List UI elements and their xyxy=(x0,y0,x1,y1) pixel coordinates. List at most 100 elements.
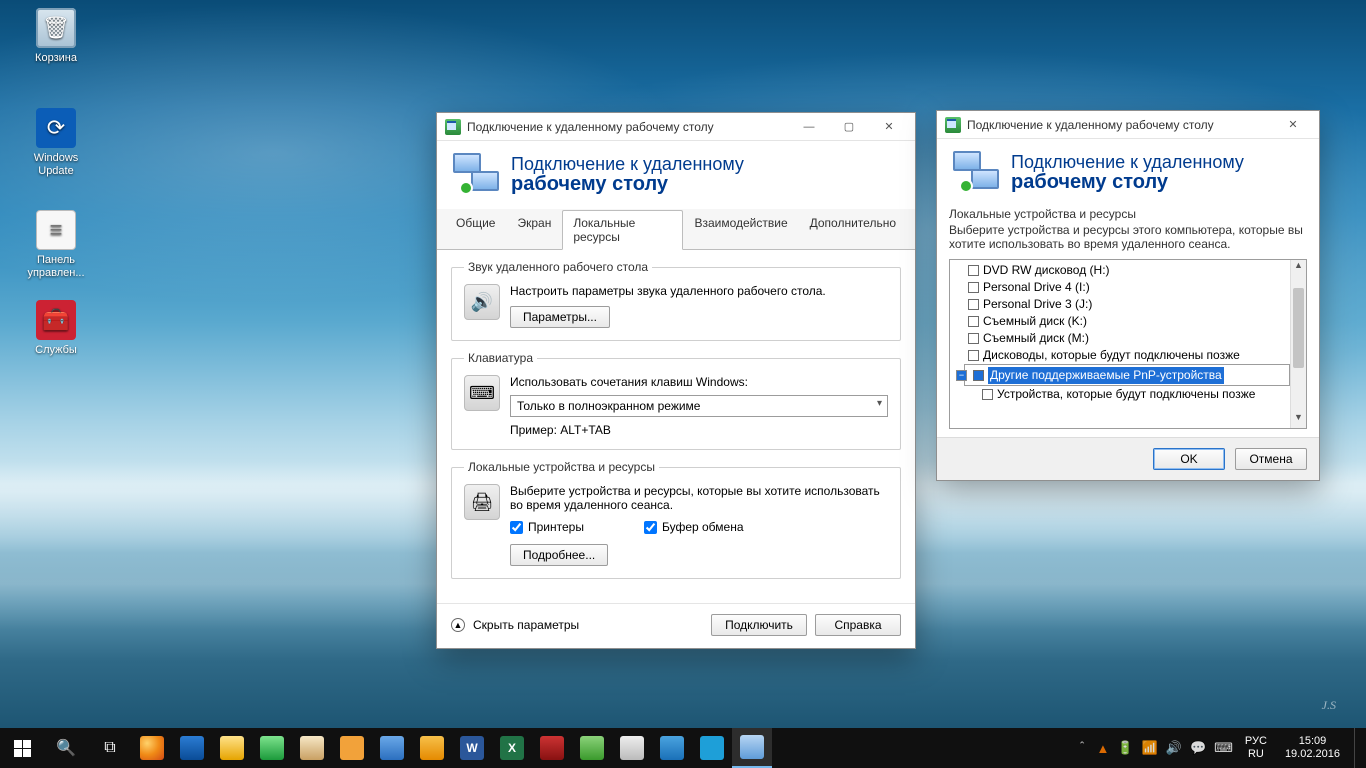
taskbar-app[interactable] xyxy=(212,728,252,768)
rdc-app-icon xyxy=(945,117,961,133)
taskbar-app[interactable] xyxy=(612,728,652,768)
windows-update-icon: ⟳ xyxy=(36,108,76,148)
close-button[interactable]: ✕ xyxy=(1273,112,1313,138)
taskbar-app[interactable] xyxy=(692,728,732,768)
desktop-icon-windows-update[interactable]: ⟳ Windows Update xyxy=(18,108,94,178)
keyboard-mode-select[interactable]: Только в полноэкранном режиме xyxy=(510,395,888,417)
tree-item[interactable]: Personal Drive 3 (J:) xyxy=(968,296,1290,313)
file-icon: ≡ xyxy=(36,210,76,250)
language-indicator[interactable]: РУС RU xyxy=(1241,735,1271,761)
audio-settings-button[interactable]: Параметры... xyxy=(510,306,610,328)
group-keyboard-legend: Клавиатура xyxy=(464,351,537,365)
tree-item[interactable]: Дисководы, которые будут подключены позж… xyxy=(968,347,1290,364)
minimize-button[interactable]: — xyxy=(789,114,829,140)
help-button[interactable]: Справка xyxy=(815,614,901,636)
app-icon xyxy=(340,736,364,760)
app-icon xyxy=(660,736,684,760)
tab-display[interactable]: Экран xyxy=(506,210,562,250)
tree-collapse-icon[interactable]: − xyxy=(956,370,967,381)
tray-overflow-icon[interactable]: ＾ xyxy=(1076,739,1089,758)
cancel-button[interactable]: Отмена xyxy=(1235,448,1307,470)
connect-button[interactable]: Подключить xyxy=(711,614,807,636)
tab-local-resources[interactable]: Локальные ресурсы xyxy=(562,210,683,250)
taskbar-app[interactable] xyxy=(412,728,452,768)
app-icon xyxy=(620,736,644,760)
ok-button[interactable]: OK xyxy=(1153,448,1225,470)
more-devices-button[interactable]: Подробнее... xyxy=(510,544,608,566)
volume-icon[interactable]: 🔊 xyxy=(1166,740,1182,756)
ie-icon xyxy=(180,736,204,760)
taskbar-app[interactable] xyxy=(132,728,172,768)
checkbox-printers[interactable]: Принтеры xyxy=(510,520,584,534)
taskbar-app[interactable] xyxy=(292,728,332,768)
hide-options-link[interactable]: Скрыть параметры xyxy=(473,618,579,632)
desktop-icon-recycle-bin[interactable]: 🗑 Корзина xyxy=(18,8,94,65)
rdc-monitor-icon xyxy=(453,153,499,195)
desktop-icon-label: Службы xyxy=(18,344,94,357)
tree-item[interactable]: Устройства, которые будут подключены поз… xyxy=(968,386,1290,403)
devices-subheading: Локальные устройства и ресурсы xyxy=(937,203,1319,223)
taskbar-app[interactable]: W xyxy=(452,728,492,768)
taskbar-app[interactable] xyxy=(372,728,412,768)
checkbox-clipboard[interactable]: Буфер обмена xyxy=(644,520,744,534)
devices-icon: 🖨 xyxy=(464,484,500,520)
scroll-down-icon[interactable]: ▼ xyxy=(1291,412,1306,428)
desktop-icon-label: Корзина xyxy=(18,52,94,65)
rdc-monitor-icon xyxy=(953,151,999,193)
tab-advanced[interactable]: Дополнительно xyxy=(799,210,907,250)
devices-dialog-title: Подключение к удаленному рабочему столу xyxy=(967,118,1273,132)
desktop-icon-control-panel[interactable]: ≡ Панель управлен... xyxy=(18,210,94,280)
taskbar-app[interactable] xyxy=(332,728,372,768)
group-remote-audio-legend: Звук удаленного рабочего стола xyxy=(464,260,652,274)
windows-logo-icon xyxy=(14,740,31,757)
scroll-thumb[interactable] xyxy=(1293,288,1304,368)
remote-audio-text: Настроить параметры звука удаленного раб… xyxy=(510,284,888,298)
taskbar-app[interactable] xyxy=(572,728,612,768)
keyboard-tray-icon[interactable]: ⌨ xyxy=(1214,740,1233,756)
desktop-icon-services[interactable]: 🧰 Службы xyxy=(18,300,94,357)
show-desktop-button[interactable] xyxy=(1354,728,1360,768)
close-button[interactable]: ✕ xyxy=(869,114,909,140)
taskbar-app[interactable]: X xyxy=(492,728,532,768)
tree-scrollbar[interactable]: ▲ ▼ xyxy=(1290,260,1306,428)
chrome-icon xyxy=(140,736,164,760)
rdc-app-icon xyxy=(445,119,461,135)
taskbar-app[interactable] xyxy=(172,728,212,768)
rdc-heading: Подключение к удаленному рабочему столу xyxy=(1011,152,1244,192)
battery-icon[interactable]: 🔋 xyxy=(1117,740,1133,756)
vlc-tray-icon[interactable]: ▲ xyxy=(1097,741,1110,756)
group-remote-audio: Звук удаленного рабочего стола 🔊 Настрои… xyxy=(451,260,901,341)
action-center-icon[interactable]: 💬 xyxy=(1190,740,1206,756)
rdc-titlebar[interactable]: Подключение к удаленному рабочему столу … xyxy=(437,113,915,141)
rdc-window: Подключение к удаленному рабочему столу … xyxy=(436,112,916,649)
tree-item-selected[interactable]: − Другие поддерживаемые PnP-устройства xyxy=(964,364,1290,386)
maximize-button[interactable]: ▢ xyxy=(829,114,869,140)
outlook-icon xyxy=(420,736,444,760)
rdc-banner: Подключение к удаленному рабочему столу xyxy=(437,141,915,209)
app-icon xyxy=(300,736,324,760)
task-view-button[interactable]: ⧉ xyxy=(88,728,132,768)
tab-general[interactable]: Общие xyxy=(445,210,506,250)
scroll-up-icon[interactable]: ▲ xyxy=(1291,260,1306,276)
taskbar-app[interactable] xyxy=(652,728,692,768)
network-icon[interactable]: 📶 xyxy=(1142,740,1158,756)
tab-experience[interactable]: Взаимодействие xyxy=(683,210,798,250)
start-button[interactable] xyxy=(0,728,44,768)
devices-tree[interactable]: DVD RW дисковод (H:) Personal Drive 4 (I… xyxy=(949,259,1307,429)
taskbar-app[interactable] xyxy=(532,728,572,768)
rdc-title: Подключение к удаленному рабочему столу xyxy=(467,120,789,134)
app-icon xyxy=(260,736,284,760)
tree-item[interactable]: Съемный диск (K:) xyxy=(968,313,1290,330)
taskbar-app[interactable] xyxy=(252,728,292,768)
devices-dialog-titlebar[interactable]: Подключение к удаленному рабочему столу … xyxy=(937,111,1319,139)
tree-item[interactable]: DVD RW дисковод (H:) xyxy=(968,262,1290,279)
speaker-icon: 🔊 xyxy=(464,284,500,320)
group-local-devices-legend: Локальные устройства и ресурсы xyxy=(464,460,659,474)
tree-item[interactable]: Personal Drive 4 (I:) xyxy=(968,279,1290,296)
search-button[interactable]: 🔍 xyxy=(44,728,88,768)
taskbar-clock[interactable]: 15:09 19.02.2016 xyxy=(1279,735,1346,761)
collapse-arrow-icon[interactable]: ▲ xyxy=(451,618,465,632)
tree-item[interactable]: Съемный диск (M:) xyxy=(968,330,1290,347)
devices-description: Выберите устройства и ресурсы этого комп… xyxy=(937,223,1319,259)
taskbar-app-rdc-active[interactable] xyxy=(732,728,772,768)
